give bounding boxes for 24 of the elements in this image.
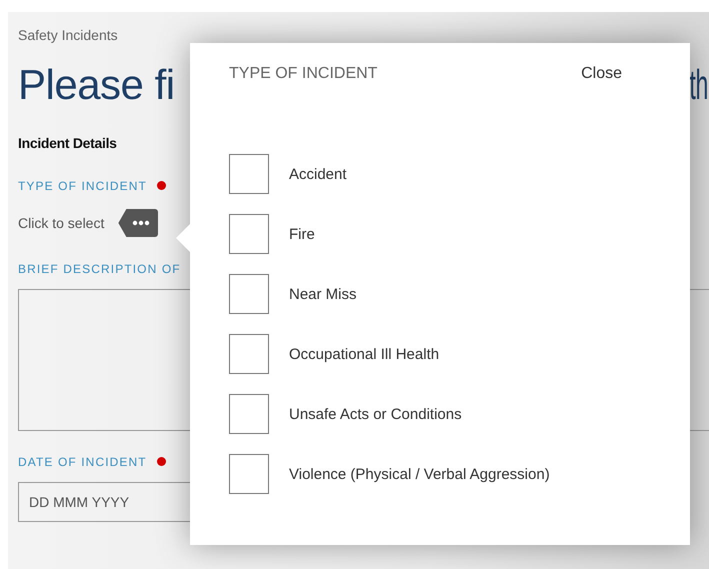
section-title: Incident Details — [18, 135, 118, 153]
option-label[interactable]: Occupational Ill Health — [289, 346, 440, 362]
field-label: BRIEF DESCRIPTION OF — [18, 262, 181, 276]
option-label[interactable]: Near Miss — [289, 286, 357, 302]
close-button[interactable]: Close — [581, 65, 622, 83]
dots-icon — [132, 220, 150, 226]
checkbox[interactable] — [229, 274, 269, 314]
option-label[interactable]: Fire — [289, 226, 315, 242]
checkbox[interactable] — [229, 454, 269, 494]
option-label[interactable]: Accident — [289, 166, 347, 182]
checkbox[interactable] — [229, 394, 269, 434]
field-label: TYPE OF INCIDENT — [18, 178, 147, 192]
more-button[interactable] — [118, 209, 158, 237]
checkbox[interactable] — [229, 334, 269, 374]
field-label: DATE OF INCIDENT — [18, 454, 147, 468]
select-value[interactable]: Click to select — [18, 215, 104, 231]
page-heading: th — [689, 60, 708, 110]
option-label[interactable]: Violence (Physical / Verbal Aggression) — [289, 466, 550, 482]
page-heading: Please fi — [18, 60, 175, 110]
checkbox[interactable] — [229, 214, 269, 254]
popup-title: TYPE OF INCIDENT — [229, 65, 378, 83]
checkbox[interactable] — [229, 154, 269, 194]
option-label[interactable]: Unsafe Acts or Conditions — [289, 406, 462, 422]
breadcrumb[interactable]: Safety Incidents — [18, 12, 709, 47]
